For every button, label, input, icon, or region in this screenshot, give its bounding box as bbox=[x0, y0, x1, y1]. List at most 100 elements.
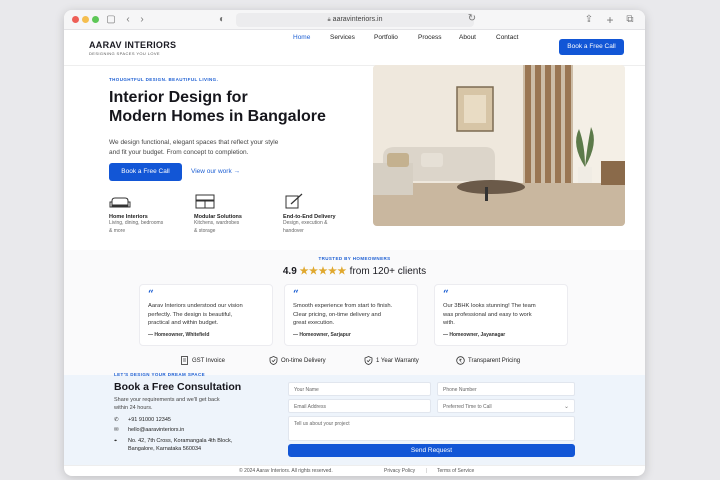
your-name-field[interactable]: Your Name bbox=[288, 382, 431, 396]
testimonial-author: — Homeowner, Jayanagar bbox=[443, 331, 506, 338]
share-icon[interactable]: ⇪ bbox=[583, 14, 595, 26]
feature-modular-solutions: Modular Solutions Kitchens, wardrobes & … bbox=[194, 193, 264, 235]
living-room-illustration bbox=[373, 65, 625, 226]
feature-text-line2: handover bbox=[283, 227, 304, 234]
nav-link-contact[interactable]: Contact bbox=[496, 34, 518, 41]
view-work-link[interactable]: View our work → bbox=[191, 168, 240, 175]
contact-phone[interactable]: ✆ +91 91000 12345 bbox=[114, 417, 171, 423]
hero-subtitle: We design functional, elegant spaces tha… bbox=[109, 138, 278, 158]
forward-arrow-icon[interactable]: › bbox=[136, 14, 148, 26]
email-address: hello@aaravinteriors.in bbox=[128, 427, 185, 433]
phone-number-field[interactable]: Phone Number bbox=[437, 382, 575, 396]
browser-toolbar: ▢ ‹ › ◐ 🔒︎ aaravinteriors.in ↻ ⇪ + ⧉ bbox=[64, 10, 645, 30]
maximize-window-button[interactable] bbox=[92, 16, 99, 23]
footer-divider: | bbox=[426, 468, 428, 474]
header-book-call-button[interactable]: Book a Free Call bbox=[559, 39, 624, 55]
contact-title: Book a Free Consultation bbox=[114, 381, 242, 393]
contact-eyebrow: LET'S DESIGN YOUR DREAM SPACE bbox=[114, 372, 206, 377]
preferred-time-select[interactable]: Preferred Time to Call ⌄ bbox=[437, 399, 575, 413]
email-field[interactable]: Email Address bbox=[288, 399, 431, 413]
document-pen-icon bbox=[285, 193, 303, 209]
contact-subtitle: Share your requirements and we'll get ba… bbox=[114, 396, 220, 412]
close-window-button[interactable] bbox=[72, 16, 79, 23]
feature-text-line1: Kitchens, wardrobes bbox=[194, 220, 240, 226]
badge-gst-invoice: GST Invoice bbox=[180, 356, 225, 365]
svg-text:₹: ₹ bbox=[459, 359, 462, 365]
footer-privacy-link[interactable]: Privacy Policy bbox=[384, 468, 415, 474]
quote-icon: “ bbox=[443, 289, 449, 300]
minimize-window-button[interactable] bbox=[82, 16, 89, 23]
footer-copyright: © 2024 Aarav Interiors. All rights reser… bbox=[239, 468, 333, 474]
nav-link-services[interactable]: Services bbox=[330, 34, 355, 41]
tabs-overview-icon[interactable]: ⧉ bbox=[624, 14, 636, 26]
testimonial-card: “ Our 3BHK looks stunning! The team was … bbox=[434, 284, 568, 346]
lock-icon: 🔒︎ bbox=[327, 17, 331, 23]
hero-title-line1: Interior Design for bbox=[109, 89, 248, 106]
brand-tagline: DESIGNING SPACES YOU LOVE bbox=[89, 51, 160, 56]
contact-email[interactable]: ✉ hello@aaravinteriors.in bbox=[114, 427, 184, 433]
chevron-down-icon: ⌄ bbox=[563, 404, 569, 410]
hero-book-call-button[interactable]: Book a Free Call bbox=[109, 163, 182, 181]
site-footer: © 2024 Aarav Interiors. All rights reser… bbox=[64, 465, 645, 476]
sofa-icon bbox=[109, 197, 131, 208]
nav-link-portfolio[interactable]: Portfolio bbox=[374, 34, 398, 41]
testimonial-line: Our 3BHK looks stunning! The team bbox=[443, 303, 536, 309]
footer-terms-link[interactable]: Terms of Service bbox=[437, 468, 474, 474]
address-line1: No. 42, 7th Cross, Koramangala 4th Block… bbox=[128, 438, 233, 444]
nav-link-process[interactable]: Process bbox=[418, 34, 441, 41]
reload-icon[interactable]: ↻ bbox=[466, 13, 478, 25]
rating-stars-icon: ★★★★★ bbox=[299, 266, 347, 277]
feature-home-interiors: Home Interiors Living, dining, bedrooms … bbox=[109, 193, 179, 235]
hero-living-room-image bbox=[373, 65, 625, 226]
badge-label: Transparent Pricing bbox=[468, 358, 521, 365]
rupee-coin-icon: ₹ bbox=[456, 356, 465, 365]
mail-icon: ✉ bbox=[114, 427, 119, 433]
phone-number: +91 91000 12345 bbox=[128, 417, 171, 423]
hero-title-line2: Modern Homes in Bangalore bbox=[109, 108, 326, 125]
brand-name: AARAV INTERIORS bbox=[89, 40, 177, 50]
browser-window: ▢ ‹ › ◐ 🔒︎ aaravinteriors.in ↻ ⇪ + ⧉ AAR… bbox=[64, 10, 645, 476]
hero-title: Interior Design for Modern Homes in Bang… bbox=[109, 88, 326, 126]
preferred-time-placeholder: Preferred Time to Call bbox=[443, 404, 492, 410]
contact-subtitle-line1: Share your requirements and we'll get ba… bbox=[114, 397, 220, 403]
new-tab-icon[interactable]: + bbox=[604, 14, 616, 26]
badge-label: 1 Year Warranty bbox=[376, 358, 419, 365]
testimonial-author: — Homeowner, Whitefield bbox=[148, 331, 210, 338]
feature-text-line2: & storage bbox=[194, 227, 216, 234]
invoice-icon bbox=[181, 356, 188, 365]
quote-icon: “ bbox=[293, 289, 299, 300]
badge-label: On-time Delivery bbox=[281, 358, 326, 365]
proof-eyebrow: TRUSTED BY HOMEOWNERS bbox=[318, 256, 391, 261]
feature-text-line1: Living, dining, bedrooms bbox=[109, 220, 164, 226]
rating-value: 4.9 bbox=[282, 266, 297, 277]
hero-subtitle-line1: We design functional, elegant spaces tha… bbox=[109, 139, 279, 146]
testimonial-text: Our 3BHK looks stunning! The team was pr… bbox=[443, 302, 559, 328]
send-request-button[interactable]: Send Request bbox=[288, 444, 575, 457]
testimonial-author: — Homeowner, Sarjapur bbox=[293, 331, 351, 338]
testimonial-line: with. bbox=[443, 320, 455, 326]
quote-icon: “ bbox=[148, 289, 154, 300]
nav-link-about[interactable]: About bbox=[459, 34, 476, 41]
testimonial-line: perfectly. The design is beautiful, bbox=[148, 311, 233, 318]
back-arrow-icon[interactable]: ‹ bbox=[122, 14, 134, 26]
testimonial-text: Smooth experience from start to finish. … bbox=[293, 302, 409, 328]
rating-summary: 4.9 ★★★★★ from 120+ clients bbox=[64, 266, 645, 277]
testimonial-line: Aarav Interiors understood our vision bbox=[148, 303, 243, 309]
address-bar[interactable]: 🔒︎ aaravinteriors.in bbox=[236, 13, 474, 27]
sidebar-icon[interactable]: ▢ bbox=[105, 14, 117, 26]
brand-logo[interactable]: AARAV INTERIORS DESIGNING SPACES YOU LOV… bbox=[89, 40, 176, 56]
badge-on-time-delivery: On-time Delivery bbox=[269, 356, 326, 365]
contact-subtitle-line2: within 24 hours. bbox=[114, 405, 153, 411]
shield-check-icon bbox=[364, 356, 373, 365]
nav-link-home[interactable]: Home bbox=[293, 34, 310, 41]
feature-text-line2: & more bbox=[109, 227, 126, 234]
feature-text-line1: Design, execution & bbox=[283, 220, 328, 226]
project-details-textarea[interactable]: Tell us about your project bbox=[288, 416, 575, 441]
badge-transparent-pricing: ₹ Transparent Pricing bbox=[456, 356, 520, 365]
testimonial-card: “ Smooth experience from start to finish… bbox=[284, 284, 418, 346]
phone-icon: ✆ bbox=[114, 417, 119, 423]
hero-subtitle-line2: and fit your budget. From concept to com… bbox=[109, 149, 249, 156]
privacy-shield-icon[interactable]: ◐ bbox=[216, 14, 228, 26]
address-line2: Bangalore, Karnataka 560034 bbox=[128, 446, 202, 452]
testimonial-line: Clear pricing, on-time delivery and bbox=[293, 311, 381, 318]
